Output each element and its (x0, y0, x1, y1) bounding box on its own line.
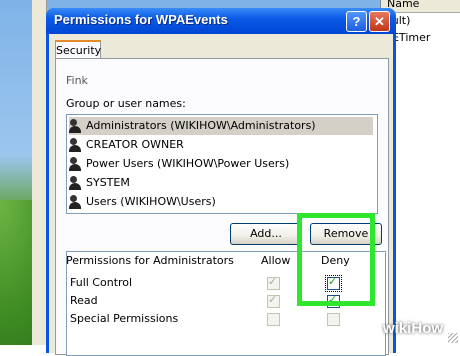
close-button[interactable]: ✕ (369, 11, 390, 32)
list-item[interactable]: Administrators (WIKIHOW\Administrators) (69, 117, 373, 135)
watermark-prefix: wiki (383, 320, 412, 337)
wikihow-watermark: wikiHow (383, 320, 443, 337)
list-item[interactable]: CREATOR OWNER (69, 136, 373, 154)
allow-header: Allow (261, 254, 291, 267)
permission-name: Read (70, 294, 98, 307)
deny-special-permissions-checkbox[interactable] (327, 313, 340, 326)
group-names-label: Group or user names: (66, 97, 186, 110)
tab-security[interactable]: Security (55, 40, 101, 60)
allow-full-control-checkbox[interactable] (267, 275, 280, 290)
list-item-label: SYSTEM (86, 176, 130, 189)
background-left-window (32, 0, 47, 345)
list-item[interactable]: SYSTEM (69, 174, 373, 192)
user-group-icon (69, 119, 83, 133)
user-group-icon (69, 195, 83, 209)
user-group-icon (69, 176, 83, 190)
allow-read-checkbox[interactable] (267, 293, 280, 308)
permission-name: Special Permissions (70, 312, 179, 325)
deny-column-highlight (297, 213, 375, 306)
resize-grip-icon[interactable] (448, 333, 458, 343)
permissions-label: Permissions for Administrators (66, 254, 234, 267)
permission-name: Full Control (70, 276, 133, 289)
add-button[interactable]: Add... (230, 223, 302, 245)
partial-tab-text: Fink (66, 74, 88, 87)
list-item-label: Administrators (WIKIHOW\Administrators) (86, 119, 316, 132)
list-item-label: Power Users (WIKIHOW\Power Users) (86, 157, 290, 170)
help-button[interactable]: ? (346, 11, 367, 32)
security-panel: Fink Group or user names: Administrators… (55, 58, 389, 356)
allow-special-permissions-checkbox[interactable] (267, 313, 280, 326)
list-item[interactable]: Power Users (WIKIHOW\Power Users) (69, 155, 373, 173)
user-group-icon (69, 138, 83, 152)
dialog-titlebar[interactable]: Permissions for WPAEvents ? ✕ (46, 8, 396, 34)
list-item-label: Users (WIKIHOW\Users) (86, 195, 216, 208)
list-item[interactable]: Users (WIKIHOW\Users) (69, 193, 373, 211)
dialog-title: Permissions for WPAEvents (54, 12, 228, 27)
user-group-icon (69, 157, 83, 171)
watermark-suffix: How (411, 320, 444, 337)
list-item-label: CREATOR OWNER (86, 138, 184, 151)
group-user-list[interactable]: Administrators (WIKIHOW\Administrators) … (66, 114, 378, 214)
